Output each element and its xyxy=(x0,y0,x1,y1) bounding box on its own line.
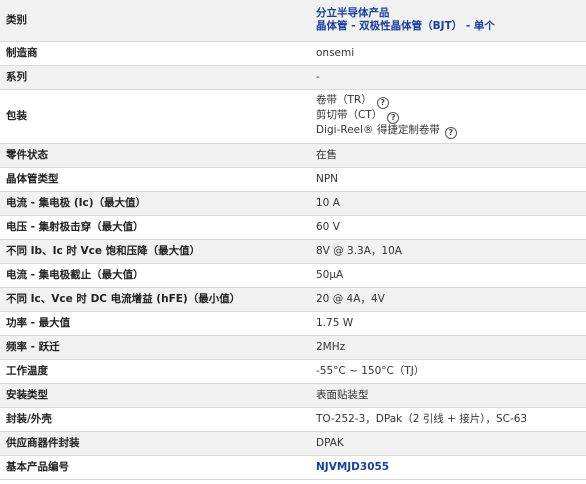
table-row: 电流 - 集电极截止（最大值） 50µA xyxy=(0,263,586,288)
table-row: 供应商器件封装 DPAK xyxy=(0,431,586,456)
table-row: 不同 Ib、Ic 时 Vce 饱和压降（最大值） 8V @ 3.3A，10A xyxy=(0,239,586,264)
attribute-label: 不同 Ic、Vce 时 DC 电流增益 (hFE)（最小值） xyxy=(0,287,310,312)
attribute-value: 60 V xyxy=(310,215,586,240)
attribute-value: 1.75 W xyxy=(310,311,586,336)
category-link-bjt[interactable]: 晶体管 - 双极性晶体管（BJT） - 单个 xyxy=(316,20,580,33)
packaging-option-text: 卷带（TR） xyxy=(316,93,372,106)
packaging-option: 剪切带（CT）? xyxy=(316,109,580,124)
category-link-discrete[interactable]: 分立半导体产品 xyxy=(316,7,580,20)
table-row: 类别 分立半导体产品 晶体管 - 双极性晶体管（BJT） - 单个 xyxy=(0,0,586,42)
packaging-option-text: 剪切带（CT） xyxy=(316,108,383,121)
attribute-label: 电压 - 集射极击穿（最大值） xyxy=(0,215,310,240)
table-row: 功率 - 最大值 1.75 W xyxy=(0,311,586,336)
attribute-value: 表面贴装型 xyxy=(310,383,586,408)
attribute-label: 供应商器件封装 xyxy=(0,431,310,456)
attribute-label: 电流 - 集电极 (Ic)（最大值） xyxy=(0,191,310,216)
table-row: 零件状态 在售 xyxy=(0,143,586,168)
packaging-value: 卷带（TR）? 剪切带（CT）? Digi-Reel® 得捷定制卷带? xyxy=(310,89,586,144)
transistor-type-value: NPN xyxy=(310,167,586,192)
packaging-option: Digi-Reel® 得捷定制卷带? xyxy=(316,124,580,139)
attribute-label: 电流 - 集电极截止（最大值） xyxy=(0,263,310,288)
table-row: 包装 卷带（TR）? 剪切带（CT）? Digi-Reel® 得捷定制卷带? xyxy=(0,89,586,144)
attribute-label: 系列 xyxy=(0,65,310,90)
attribute-value: 2MHz xyxy=(310,335,586,360)
help-circle-icon[interactable]: ? xyxy=(387,111,400,124)
attribute-label: 工作温度 xyxy=(0,359,310,384)
attribute-value: 10 A xyxy=(310,191,586,216)
part-status-value: 在售 xyxy=(310,143,586,168)
table-row: 制造商 onsemi xyxy=(0,41,586,66)
attribute-value: 50µA xyxy=(310,263,586,288)
table-row: 基本产品编号 NJVMJD3055 xyxy=(0,455,586,480)
attribute-value: 20 @ 4A，4V xyxy=(310,287,586,312)
attribute-label: 基本产品编号 xyxy=(0,455,310,480)
attribute-label: 不同 Ib、Ic 时 Vce 饱和压降（最大值） xyxy=(0,239,310,264)
table-row: 频率 - 跃迁 2MHz xyxy=(0,335,586,360)
attribute-value: 分立半导体产品 晶体管 - 双极性晶体管（BJT） - 单个 xyxy=(310,0,586,42)
table-row: 不同 Ic、Vce 时 DC 电流增益 (hFE)（最小值） 20 @ 4A，4… xyxy=(0,287,586,312)
table-row: 安装类型 表面贴装型 xyxy=(0,383,586,408)
help-circle-icon[interactable]: ? xyxy=(376,96,389,109)
attribute-label: 制造商 xyxy=(0,41,310,66)
table-row: 电流 - 集电极 (Ic)（最大值） 10 A xyxy=(0,191,586,216)
table-row: 电压 - 集射极击穿（最大值） 60 V xyxy=(0,215,586,240)
attribute-label: 晶体管类型 xyxy=(0,167,310,192)
attribute-label: 类别 xyxy=(0,0,310,42)
attribute-value: NJVMJD3055 xyxy=(310,455,586,480)
attribute-value: 8V @ 3.3A，10A xyxy=(310,239,586,264)
attribute-value: TO-252-3，DPak（2 引线 + 接片），SC-63 xyxy=(310,407,586,432)
table-row: 晶体管类型 NPN xyxy=(0,167,586,192)
table-row: 封装/外壳 TO-252-3，DPak（2 引线 + 接片），SC-63 xyxy=(0,407,586,432)
table-row: 系列 - xyxy=(0,65,586,90)
table-row: 工作温度 -55°C ~ 150°C（TJ） xyxy=(0,359,586,384)
packaging-option: 卷带（TR）? xyxy=(316,94,580,109)
help-circle-icon[interactable]: ? xyxy=(444,126,457,139)
product-attributes-table: 类别 分立半导体产品 晶体管 - 双极性晶体管（BJT） - 单个 制造商 on… xyxy=(0,0,586,480)
series-value: - xyxy=(310,65,586,90)
attribute-label: 零件状态 xyxy=(0,143,310,168)
attribute-value: DPAK xyxy=(310,431,586,456)
base-product-number-link[interactable]: NJVMJD3055 xyxy=(316,461,389,473)
attribute-label: 频率 - 跃迁 xyxy=(0,335,310,360)
manufacturer-value: onsemi xyxy=(310,41,586,66)
attribute-label: 功率 - 最大值 xyxy=(0,311,310,336)
packaging-option-text: Digi-Reel® 得捷定制卷带 xyxy=(316,123,440,136)
attribute-label: 封装/外壳 xyxy=(0,407,310,432)
attribute-label: 安装类型 xyxy=(0,383,310,408)
attribute-label: 包装 xyxy=(0,89,310,144)
attribute-value: -55°C ~ 150°C（TJ） xyxy=(310,359,586,384)
